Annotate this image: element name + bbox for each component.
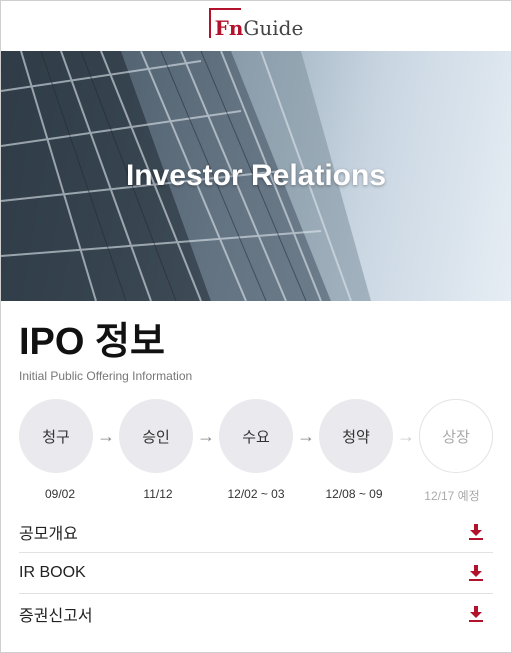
page: Fn Guide Investor Relations IPO 정보 Initi… bbox=[0, 0, 512, 653]
arrow-right-icon: → bbox=[397, 425, 415, 446]
ipo-section: IPO 정보 Initial Public Offering Informati… bbox=[1, 301, 511, 634]
header: Fn Guide bbox=[1, 1, 511, 51]
download-icon[interactable] bbox=[469, 565, 483, 581]
doc-label: 증권신고서 bbox=[19, 608, 93, 625]
step-subscription: 청약 bbox=[319, 399, 393, 473]
download-icon[interactable] bbox=[469, 606, 483, 622]
step-date: 12/02 ~ 03 bbox=[227, 487, 285, 501]
ipo-steps: 청구 → 승인 → 수요 → 청약 → 상장 bbox=[19, 399, 493, 473]
download-icon[interactable] bbox=[469, 524, 483, 540]
document-list: 공모개요 IR BOOK 증권신고서 bbox=[19, 512, 493, 634]
doc-label: 공모개요 bbox=[19, 526, 78, 543]
logo-guide-text: Guide bbox=[243, 16, 304, 40]
logo-mark: Fn bbox=[208, 8, 244, 40]
step-date: 12/08 ~ 09 bbox=[325, 487, 383, 501]
step-approval: 승인 bbox=[119, 399, 193, 473]
doc-label: IR BOOK bbox=[19, 564, 86, 581]
hero-banner: Investor Relations bbox=[1, 51, 511, 301]
step-dates: 09/02 11/12 12/02 ~ 03 12/08 ~ 09 12/17 … bbox=[19, 487, 493, 504]
step-claim: 청구 bbox=[19, 399, 93, 473]
doc-row-offering-summary[interactable]: 공모개요 bbox=[19, 512, 493, 553]
page-title: IPO 정보 bbox=[19, 321, 165, 363]
arrow-right-icon: → bbox=[97, 425, 115, 446]
banner-title: Investor Relations bbox=[125, 159, 387, 192]
step-date: 11/12 bbox=[143, 487, 173, 501]
arrow-right-icon: → bbox=[197, 425, 215, 446]
page-subtitle: Initial Public Offering Information bbox=[19, 369, 193, 383]
step-date: 09/02 bbox=[44, 487, 76, 501]
step-demand: 수요 bbox=[219, 399, 293, 473]
step-listing: 상장 bbox=[419, 399, 493, 473]
arrow-right-icon: → bbox=[297, 425, 315, 446]
fnguide-logo[interactable]: Fn Guide bbox=[208, 8, 304, 40]
step-date: 12/17 예정 bbox=[424, 489, 480, 503]
doc-row-registration-statement[interactable]: 증권신고서 bbox=[19, 594, 493, 634]
logo-fn-text: Fn bbox=[214, 16, 244, 40]
doc-row-ir-book[interactable]: IR BOOK bbox=[19, 553, 493, 594]
